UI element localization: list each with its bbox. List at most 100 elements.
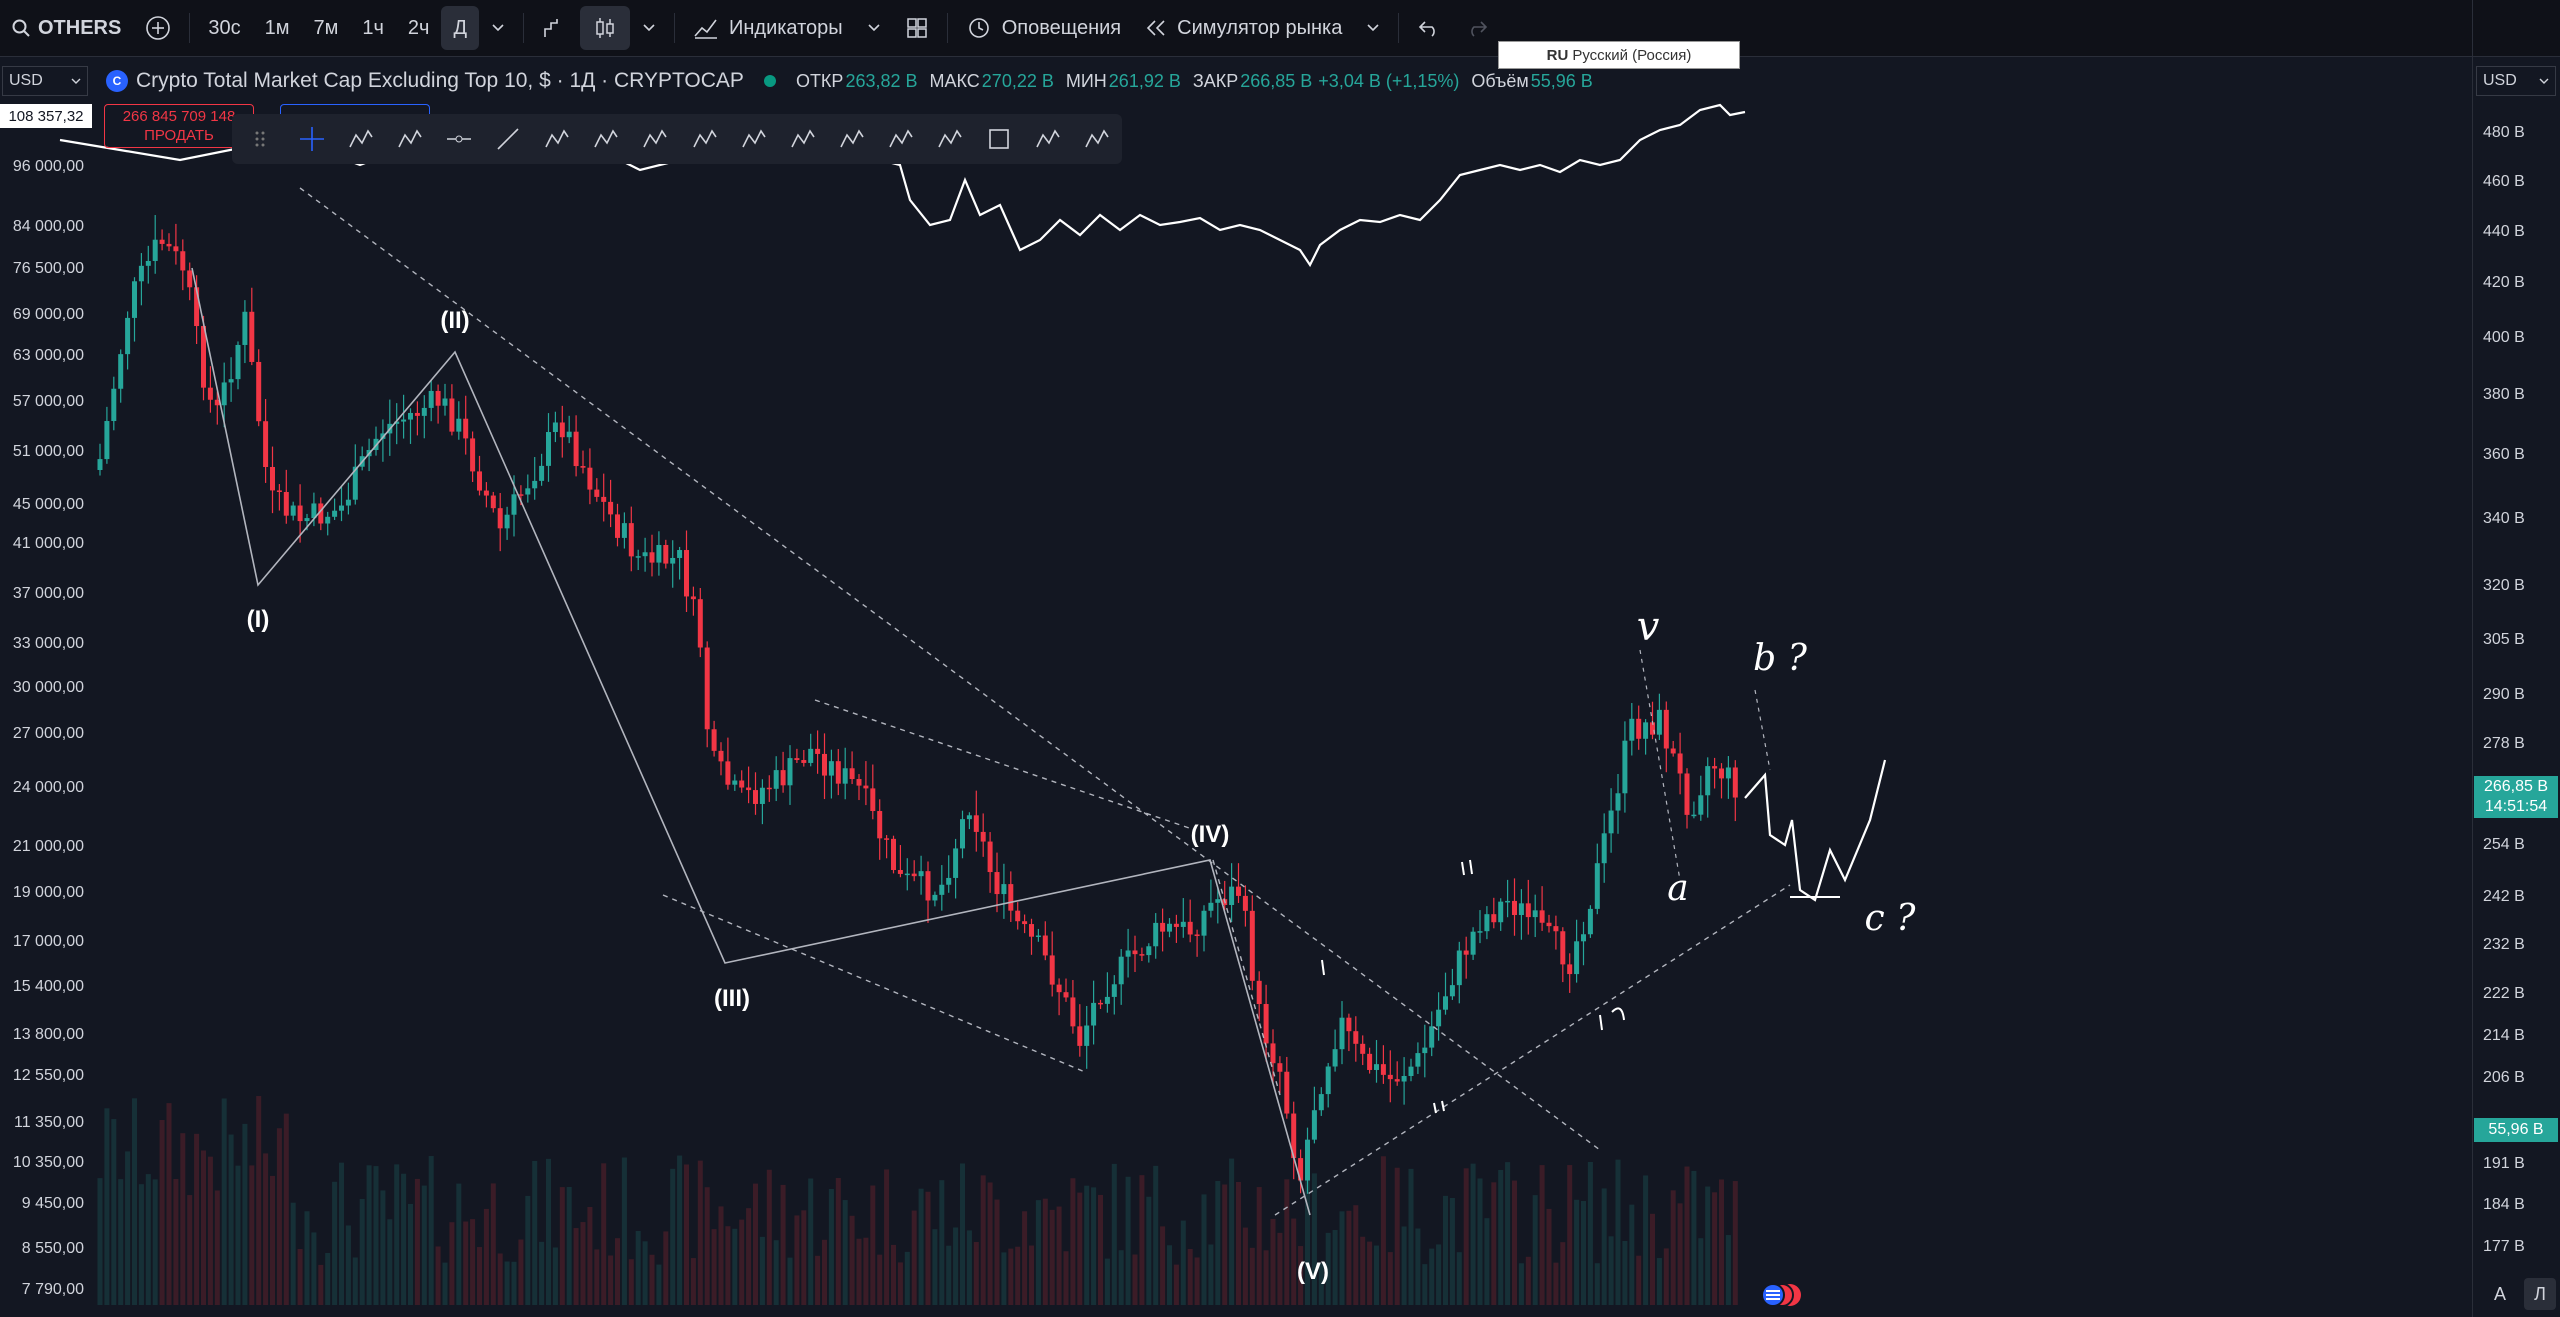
candle-body — [235, 344, 241, 380]
support-dashed — [1274, 884, 1791, 1216]
candle-body — [1387, 1074, 1393, 1080]
auto-scale-button[interactable]: A — [2484, 1278, 2516, 1310]
elliott-wave-line — [191, 267, 1311, 1216]
candle-body — [1491, 914, 1497, 923]
drag-handle-tool[interactable] — [238, 117, 287, 161]
crosshair-tool[interactable] — [287, 117, 336, 161]
candle-body — [746, 787, 752, 791]
range-icon — [889, 129, 913, 148]
brush-tool[interactable] — [680, 117, 729, 161]
volume-bar — [587, 1207, 593, 1305]
volume-bar — [1180, 1220, 1186, 1305]
candle-body — [1719, 768, 1724, 779]
volume-bar — [704, 1187, 710, 1305]
candle-body — [1153, 922, 1159, 947]
trend-line-tool[interactable] — [484, 117, 533, 161]
volume-bar — [1567, 1165, 1573, 1305]
left-axis-tick: 17 000,00 — [12, 933, 84, 950]
candle-body — [290, 505, 296, 516]
candle-body — [546, 432, 551, 466]
volume-bar — [1063, 1251, 1069, 1305]
right-axis-tick: 440 B — [2483, 223, 2525, 240]
candle-body — [138, 265, 144, 282]
horizontal-ray-tool[interactable] — [434, 117, 483, 161]
scale-buttons: A Л — [2484, 1278, 2556, 1310]
volume-bar — [1263, 1250, 1269, 1305]
candle-body — [1698, 795, 1704, 815]
volume-bar — [242, 1123, 248, 1305]
path-tool[interactable] — [778, 117, 827, 161]
wave-wz-tool[interactable] — [926, 117, 975, 161]
candle-body — [663, 545, 669, 564]
left-axis-tick: 10 350,00 — [12, 1154, 84, 1171]
candle-body — [1360, 1043, 1366, 1054]
volume-bar — [1587, 1161, 1593, 1305]
volume-bar — [1719, 1179, 1724, 1305]
volume-bar — [877, 1254, 883, 1305]
candle-body — [973, 815, 979, 832]
handwritten-tick — [1433, 1102, 1437, 1114]
candle-body — [414, 412, 420, 416]
log-scale-button[interactable]: Л — [2524, 1278, 2556, 1310]
wxy-pattern-tool[interactable] — [827, 117, 876, 161]
volume-bar — [1242, 1227, 1248, 1305]
volume-bar — [573, 1228, 579, 1305]
candle-body — [1518, 903, 1524, 916]
candle-body — [587, 467, 593, 490]
candle-body — [332, 510, 338, 517]
volume-bar — [421, 1185, 427, 1305]
candle-body — [152, 239, 158, 261]
fork-tool[interactable] — [631, 117, 680, 161]
volume-bar — [1401, 1226, 1407, 1305]
candle-body — [1063, 992, 1069, 998]
candle-body — [1622, 740, 1628, 794]
candle-body — [1035, 935, 1041, 938]
volume-bar — [546, 1158, 551, 1305]
left-price-axis[interactable]: 96 000,00 84 000,00 76 500,00 69 000,00 63 0… — [0, 0, 92, 1317]
volume-bar — [159, 1119, 165, 1305]
candle-body — [918, 871, 924, 877]
wave-label: (I) — [247, 606, 270, 633]
candle-body — [532, 480, 538, 489]
rectangle-tool[interactable] — [975, 117, 1024, 161]
parallel-channel-tool[interactable] — [533, 117, 582, 161]
candle-body — [1463, 950, 1469, 955]
range-tool[interactable] — [876, 117, 925, 161]
volume-bar — [1636, 1255, 1642, 1305]
ae-pattern-tool[interactable] — [1073, 117, 1122, 161]
crosshair-icon — [299, 127, 324, 151]
volume-bar — [649, 1254, 655, 1305]
volume-bar — [449, 1222, 455, 1305]
candle-body — [1008, 884, 1014, 911]
volume-bar — [559, 1187, 565, 1305]
fib-fan-tool[interactable] — [1024, 117, 1073, 161]
volume-bar — [1650, 1213, 1655, 1305]
candle-body — [739, 780, 745, 788]
candle-body — [1049, 955, 1055, 985]
fib-lines-tool[interactable] — [336, 117, 385, 161]
volume-bar — [1539, 1165, 1545, 1305]
candle-body — [1677, 753, 1683, 774]
abcd-pattern-tool[interactable] — [582, 117, 631, 161]
volume-bar — [1608, 1236, 1614, 1305]
candle-body — [1512, 900, 1517, 916]
candle-body — [421, 407, 427, 416]
candle-body — [1001, 884, 1007, 895]
candle-body — [1056, 984, 1062, 993]
left-axis-tick: 45 000,00 — [12, 496, 84, 513]
handwritten-tick — [1599, 1014, 1603, 1031]
price-chart[interactable]: (I) (II) (III) (IV) (V) v b ? a c ? — [0, 0, 2560, 1317]
candles-tool[interactable] — [729, 117, 778, 161]
volume-bar — [1656, 1258, 1662, 1305]
volume-bar — [263, 1153, 269, 1305]
candle-body — [228, 379, 234, 383]
volume-bar — [539, 1241, 545, 1305]
handwritten-path — [1744, 759, 1887, 902]
candle-body — [966, 815, 972, 820]
volume-bar — [980, 1175, 986, 1305]
events-flags-icon[interactable] — [1760, 1282, 1804, 1308]
volume-bar — [1546, 1208, 1552, 1305]
crosshair-price-label: 108 357,32 — [0, 104, 92, 128]
wave-tool[interactable] — [385, 117, 434, 161]
candle-body — [1436, 1009, 1442, 1027]
